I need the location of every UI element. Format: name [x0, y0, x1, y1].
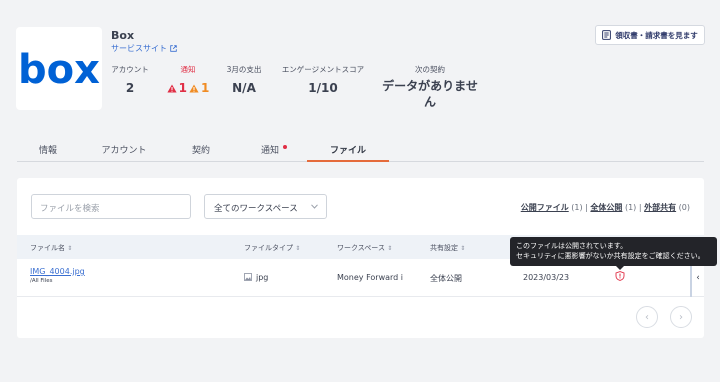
alert-orange-count: 1 [201, 81, 210, 95]
filter-external[interactable]: 外部共有 [644, 203, 676, 212]
warning-triangle-icon [167, 84, 177, 92]
box-logo-icon: box [18, 47, 100, 93]
stat-spend-label: 3月の支出 [226, 65, 262, 74]
sort-icon: ⇕ [460, 245, 466, 252]
tab-account[interactable]: アカウント [79, 143, 169, 161]
notification-dot [283, 145, 287, 149]
document-icon [602, 30, 612, 40]
external-link-icon [170, 45, 177, 52]
chevron-left-icon: ‹ [696, 273, 700, 283]
file-type-cell: jpg [244, 273, 268, 282]
stat-alerts-label: 通知 [180, 65, 196, 74]
file-type-value: jpg [256, 273, 269, 282]
sort-icon: ⇕ [295, 245, 301, 252]
chevron-right-icon: › [679, 311, 683, 323]
filter-public-count: (1) [571, 203, 583, 212]
tab-notifications-label: 通知 [260, 146, 279, 156]
filter-external-count: (0) [678, 203, 690, 212]
public-file-tooltip: このファイルは公開されています。 セキュリティに悪影響がないか共有設定をご確認く… [510, 237, 717, 266]
stat-account-value: 2 [125, 81, 135, 95]
file-name-link[interactable]: IMG_4004.jpg [30, 267, 85, 276]
receipt-invoice-label: 領収書・請求書を見ます [615, 30, 698, 40]
header-sharing-label: 共有設定 [430, 244, 458, 252]
chevron-left-icon: ‹ [645, 311, 649, 323]
app-logo: box [16, 27, 102, 110]
tab-files[interactable]: ファイル [307, 143, 389, 162]
alert-red-count: 1 [178, 81, 187, 95]
stat-next-contract-value: データがありませ ん [382, 78, 478, 110]
sort-icon: ⇕ [387, 245, 393, 252]
next-page-button[interactable]: › [670, 306, 692, 328]
stat-engagement-value: 1/10 [308, 81, 338, 95]
stat-next-contract: 次の契約 データがありませ ん [382, 64, 478, 110]
tab-info-label: 情報 [38, 146, 57, 156]
file-date-cell: 2023/03/23 [523, 273, 570, 282]
public-alert-cell[interactable] [615, 271, 625, 283]
search-input[interactable]: ファイルを検索 [31, 194, 191, 219]
tooltip-line1: このファイルは公開されています。 [516, 242, 628, 250]
shield-alert-icon[interactable] [615, 271, 625, 281]
file-path: /All Files [30, 278, 53, 284]
tab-notifications[interactable]: 通知 [233, 143, 307, 161]
stat-account: アカウント 2 [111, 64, 149, 95]
chevron-down-icon [311, 204, 318, 209]
header-filename-label: ファイル名 [30, 244, 65, 252]
filter-separator: | [585, 203, 588, 212]
service-site-link[interactable]: サービスサイト [111, 43, 177, 54]
app-name: Box [111, 29, 135, 42]
filter-all-public[interactable]: 全体公開 [590, 203, 622, 212]
file-sharing-cell: 全体公開 [430, 274, 462, 283]
next-contract-line1: データがありませ [382, 79, 478, 93]
stat-next-contract-label: 次の契約 [415, 65, 445, 74]
tooltip-arrow [616, 266, 624, 270]
file-workspace-cell: Money Forward i [337, 273, 404, 282]
stat-spend-value: N/A [232, 81, 256, 95]
visibility-filters: 公開ファイル (1) | 全体公開 (1) | 外部共有 (0) [521, 202, 690, 213]
sort-icon: ⇕ [67, 245, 73, 252]
stat-alerts[interactable]: 通知 1 1 [166, 64, 210, 95]
tab-bar: 情報 アカウント 契約 通知 ファイル [17, 143, 704, 162]
stat-account-label: アカウント [111, 65, 149, 74]
tab-account-label: アカウント [101, 146, 147, 156]
next-contract-line2: ん [423, 95, 436, 109]
tooltip-line2: セキュリティに悪影響がないか共有設定をご確認ください。 [516, 252, 705, 260]
stat-engagement: エンゲージメントスコア 1/10 [277, 64, 369, 95]
tab-contract[interactable]: 契約 [169, 143, 233, 161]
header-workspace-label: ワークスペース [337, 244, 385, 252]
filter-separator: | [638, 203, 642, 212]
stat-spend: 3月の支出 N/A [224, 64, 264, 95]
service-site-label[interactable]: サービスサイト [111, 43, 167, 54]
workspace-select-value: 全てのワークスペース [214, 204, 298, 214]
search-placeholder: ファイルを検索 [40, 204, 100, 214]
receipt-invoice-button[interactable]: 領収書・請求書を見ます [595, 25, 705, 45]
header-sharing[interactable]: 共有設定 ⇕ [430, 243, 465, 253]
tab-info[interactable]: 情報 [17, 143, 79, 161]
header-filetype-label: ファイルタイプ [244, 244, 293, 252]
filter-public[interactable]: 公開ファイル [521, 203, 569, 212]
filter-all-public-count: (1) [624, 203, 637, 212]
header-workspace[interactable]: ワークスペース ⇕ [337, 243, 392, 253]
image-file-icon [244, 273, 252, 281]
file-name-cell: IMG_4004.jpg /All Files [30, 267, 85, 284]
header-filename[interactable]: ファイル名 ⇕ [30, 243, 72, 253]
warning-triangle-icon [189, 84, 199, 92]
header-filetype[interactable]: ファイルタイプ ⇕ [244, 243, 300, 253]
workspace-select[interactable]: 全てのワークスペース [204, 194, 327, 219]
svg-text:box: box [18, 47, 100, 93]
tab-files-label: ファイル [329, 146, 366, 156]
prev-page-button[interactable]: ‹ [636, 306, 658, 328]
stat-engagement-label: エンゲージメントスコア [281, 65, 365, 74]
tab-contract-label: 契約 [191, 146, 210, 156]
